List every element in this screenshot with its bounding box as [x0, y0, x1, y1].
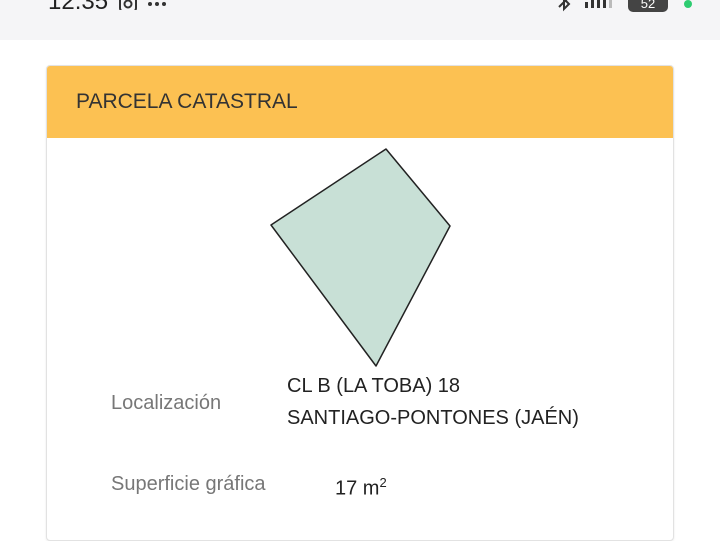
notification-dot-icon	[684, 0, 692, 8]
parcel-card: PARCELA CATASTRAL Localización CL B (LA …	[46, 65, 674, 541]
signal-icon	[555, 0, 625, 16]
status-bar: 12:35 52	[0, 0, 720, 40]
location-value: CL B (LA TOBA) 18 SANTIAGO-PONTONES (JAÉ…	[287, 370, 579, 434]
status-time: 12:35	[48, 0, 109, 15]
surface-value: 17 m2	[335, 467, 387, 505]
card-header: PARCELA CATASTRAL	[47, 66, 673, 138]
surface-label: Superficie gráfica	[111, 473, 266, 495]
surface-number: 17 m	[335, 477, 380, 500]
location-label: Localización	[111, 392, 222, 414]
location-line2: SANTIAGO-PONTONES (JAÉN)	[287, 407, 579, 429]
card-title: PARCELA CATASTRAL	[76, 90, 298, 113]
location-line1: CL B (LA TOBA) 18	[287, 375, 461, 397]
instagram-notification-icon	[118, 0, 168, 15]
surface-exponent: 2	[379, 475, 387, 490]
parcel-shape	[270, 148, 451, 367]
parcel-polygon	[270, 148, 451, 367]
battery-icon: 52	[628, 0, 668, 12]
